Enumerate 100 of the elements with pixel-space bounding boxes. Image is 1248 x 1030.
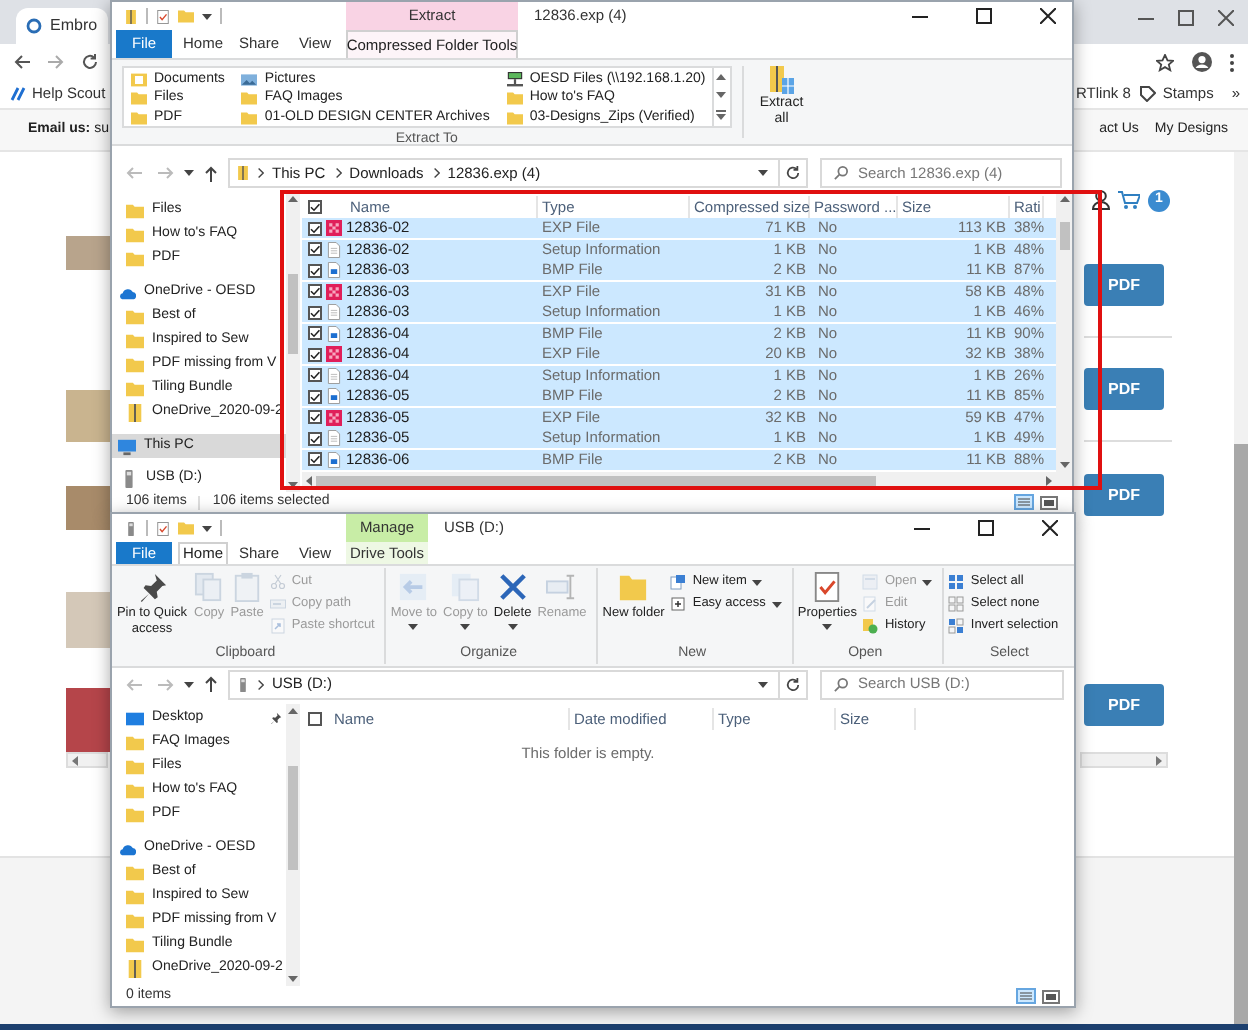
checkbox[interactable] (308, 452, 322, 466)
pdf-button[interactable]: PDF (1084, 264, 1164, 306)
caret-icon (771, 601, 782, 607)
checkbox[interactable] (308, 200, 322, 214)
properties-icon[interactable] (156, 7, 170, 25)
scroll-left-icon[interactable] (306, 475, 312, 485)
select-none-icon (948, 596, 965, 612)
clipboard-icon (232, 572, 262, 602)
tag-icon (1140, 86, 1157, 102)
photo-placeholder (66, 485, 114, 530)
scroll-up-icon[interactable] (716, 74, 727, 80)
scroll-down-icon[interactable] (288, 482, 299, 488)
scroll-right-icon[interactable] (1156, 755, 1162, 765)
browser-tab[interactable]: Embro (16, 8, 108, 44)
site-icon (26, 18, 42, 34)
pdf-button[interactable]: PDF (1084, 684, 1164, 726)
shortcut-icon (269, 618, 286, 634)
drive-icon (120, 469, 138, 487)
checkbox[interactable] (308, 431, 322, 445)
scroll-left-icon[interactable] (72, 755, 78, 765)
cloud-icon (118, 283, 136, 301)
pdf-button[interactable]: PDF (1084, 368, 1164, 410)
checkbox[interactable] (308, 389, 322, 403)
star-icon[interactable] (1156, 53, 1174, 71)
chevron-icon (433, 168, 440, 178)
checkbox[interactable] (308, 263, 322, 277)
up-arrow-icon[interactable] (204, 165, 218, 181)
chevron-icon (335, 168, 342, 178)
refresh-icon[interactable] (786, 166, 800, 180)
text-file-icon (326, 241, 342, 257)
pictures-folder-icon (240, 71, 259, 88)
zip-folder-icon (236, 164, 250, 182)
pattern-file-icon (326, 283, 342, 299)
vertical-scrollbar[interactable] (286, 704, 300, 986)
minimize-icon[interactable] (912, 15, 928, 17)
refresh-icon[interactable] (786, 677, 800, 691)
scrollbar-track[interactable] (66, 752, 108, 768)
pin-icon (137, 572, 167, 602)
profile-icon[interactable] (1192, 52, 1212, 72)
caret-icon (752, 579, 763, 585)
photo-placeholder (66, 389, 114, 442)
close-icon[interactable] (1040, 8, 1056, 24)
caret-icon (184, 681, 194, 687)
scrollbar-thumb[interactable] (288, 766, 299, 870)
vertical-scrollbar[interactable] (1056, 192, 1072, 472)
checkbox[interactable] (308, 712, 322, 726)
reload-icon[interactable] (82, 54, 98, 70)
checkbox[interactable] (308, 410, 322, 424)
caret-icon (758, 170, 768, 176)
image-file-icon (326, 262, 342, 278)
minimize-icon[interactable] (914, 527, 930, 529)
checkbox[interactable] (308, 326, 322, 340)
scroll-up-icon[interactable] (288, 708, 299, 714)
scroll-down-icon[interactable] (716, 92, 727, 98)
pdf-button[interactable]: PDF (1084, 474, 1164, 516)
checkbox[interactable] (308, 284, 322, 298)
scrollbar-thumb[interactable] (1059, 222, 1069, 250)
scrollbar-thumb[interactable] (288, 274, 299, 354)
invert-selection-icon (948, 618, 965, 634)
checkbox[interactable] (308, 242, 322, 256)
expand-gallery-icon[interactable] (716, 110, 727, 120)
maximize-icon[interactable] (978, 520, 994, 536)
cart-icon[interactable] (1118, 190, 1140, 210)
edit-icon (862, 596, 879, 612)
open-icon (862, 574, 879, 590)
close-icon[interactable] (1042, 520, 1058, 536)
copy-icon (194, 572, 225, 602)
extract-folder-icon (769, 66, 794, 94)
checkbox[interactable] (308, 347, 322, 361)
large-icons-view-icon[interactable] (1042, 989, 1060, 1003)
caret-icon (408, 623, 419, 629)
drive-icon (236, 675, 250, 693)
scroll-up-icon[interactable] (288, 196, 299, 202)
photo-placeholder (66, 687, 114, 752)
scrollbar-track[interactable] (1080, 752, 1168, 768)
back-icon[interactable] (14, 54, 30, 70)
maximize-icon[interactable] (976, 8, 992, 24)
large-icons-view-icon[interactable] (1040, 495, 1058, 509)
scrollbar-thumb[interactable] (316, 475, 876, 485)
chevron-icon (258, 679, 264, 689)
up-arrow-icon[interactable] (204, 676, 218, 692)
scroll-down-icon[interactable] (1059, 462, 1069, 468)
photo-placeholder (66, 591, 114, 648)
scroll-down-icon[interactable] (288, 976, 299, 982)
user-icon[interactable] (1092, 190, 1110, 210)
history-icon (862, 618, 879, 634)
page-scrollbar[interactable] (1234, 152, 1248, 1024)
properties-icon (812, 572, 843, 602)
image-file-icon (326, 451, 342, 467)
scroll-up-icon[interactable] (1059, 196, 1069, 202)
properties-icon[interactable] (156, 519, 170, 537)
move-to-icon (398, 572, 429, 602)
vertical-scrollbar[interactable] (286, 192, 300, 492)
checkbox[interactable] (308, 305, 322, 319)
scroll-right-icon[interactable] (1046, 475, 1052, 485)
checkbox[interactable] (308, 368, 322, 382)
checkbox[interactable] (308, 221, 322, 235)
easy-access-icon (670, 596, 687, 612)
new-folder-icon (618, 572, 649, 602)
photo-placeholder (66, 236, 114, 270)
